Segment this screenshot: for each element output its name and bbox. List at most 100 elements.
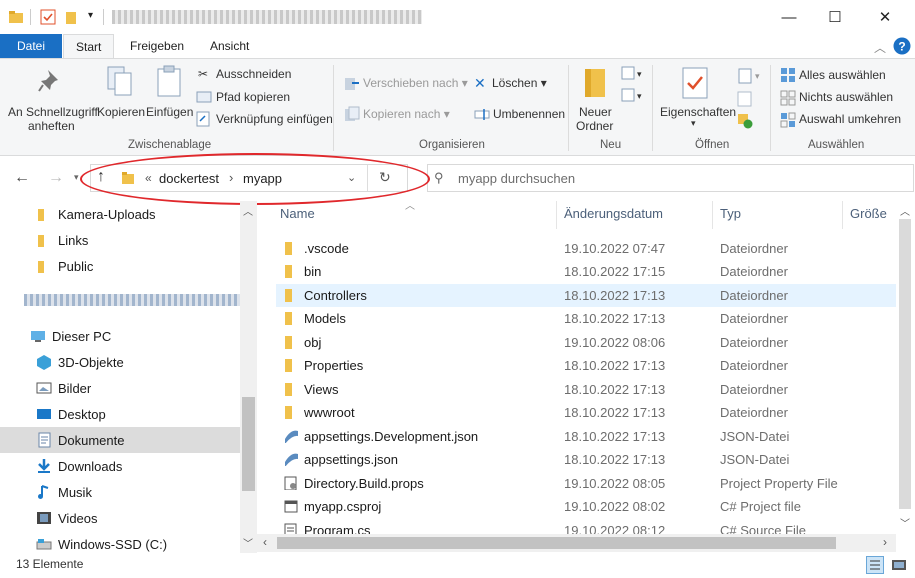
scroll-left-icon[interactable]: ‹: [263, 535, 267, 549]
folder-icon: [285, 288, 292, 302]
select-all-button[interactable]: Alles auswählen: [799, 68, 886, 82]
history-icon[interactable]: [737, 113, 753, 129]
scroll-right-icon[interactable]: ›: [883, 535, 887, 549]
easy-access-icon[interactable]: ▾: [620, 87, 644, 105]
pin-quick-access-button-label[interactable]: An Schnellzugriff: [8, 105, 98, 119]
properties-button[interactable]: Eigenschaften: [660, 105, 736, 119]
collapse-ribbon-icon[interactable]: ︿: [874, 39, 886, 56]
nav-item-links[interactable]: Links: [0, 227, 240, 253]
open-icon[interactable]: ▾: [737, 67, 765, 85]
table-row[interactable]: Properties 18.10.2022 17:13 Dateiordner: [276, 354, 896, 378]
nav-item-kamera-uploads[interactable]: Kamera-Uploads: [0, 201, 240, 227]
sort-indicator-icon: ︿: [405, 201, 415, 212]
paste-shortcut-button[interactable]: Verknüpfung einfügen: [216, 112, 333, 126]
column-divider[interactable]: [842, 201, 843, 229]
table-row[interactable]: bin 18.10.2022 17:15 Dateiordner: [276, 260, 896, 284]
scroll-up-icon[interactable]: ︿: [900, 203, 910, 218]
rename-button[interactable]: Umbenennen: [493, 107, 565, 121]
new-folder-button[interactable]: Neuer: [579, 105, 612, 119]
file-list-scrollbar[interactable]: ︿ ﹀: [896, 201, 914, 534]
maximize-button[interactable]: ☐: [812, 0, 858, 34]
table-row[interactable]: obj 19.10.2022 08:06 Dateiordner: [276, 331, 896, 355]
nav-item-dokumente[interactable]: Dokumente: [0, 427, 240, 453]
help-icon[interactable]: ?: [893, 37, 911, 55]
tab-freigeben[interactable]: Freigeben: [118, 34, 196, 58]
nav-item-desktop[interactable]: Desktop: [0, 401, 240, 427]
horizontal-scrollbar[interactable]: ‹ ›: [257, 534, 896, 552]
table-row[interactable]: myapp.csproj 19.10.2022 08:02 C# Project f…: [276, 495, 896, 519]
new-folder-button-label-2[interactable]: Ordner: [576, 119, 613, 133]
table-row[interactable]: Models 18.10.2022 17:13 Dateiordner: [276, 307, 896, 331]
nav-item-3d-objekte[interactable]: 3D-Objekte: [0, 349, 240, 375]
folder-icon: [285, 312, 292, 325]
column-divider[interactable]: [556, 201, 557, 229]
column-header-name[interactable]: Name: [280, 206, 315, 221]
forward-arrow-icon[interactable]: →: [48, 169, 64, 187]
cut-button[interactable]: Ausschneiden: [216, 67, 291, 81]
table-row[interactable]: wwwroot 18.10.2022 17:13 Dateiordner: [276, 401, 896, 425]
table-row[interactable]: Controllers 18.10.2022 17:13 Dateiordner: [276, 283, 896, 307]
details-view-icon[interactable]: [866, 556, 884, 574]
pin-quick-access-button-label-2[interactable]: anheften: [28, 119, 75, 133]
quick-access-dropdown-icon[interactable]: ▾: [88, 10, 93, 21]
copy-path-button[interactable]: Pfad kopieren: [216, 90, 290, 104]
documents-icon: [38, 432, 51, 448]
scroll-thumb[interactable]: [242, 397, 255, 491]
nav-item-videos[interactable]: Videos: [0, 505, 240, 531]
paste-icon: [157, 65, 181, 97]
edit-icon[interactable]: [737, 91, 753, 107]
new-folder-icon[interactable]: [64, 9, 80, 25]
table-row[interactable]: Views 18.10.2022 17:13 Dateiordner: [276, 378, 896, 402]
tab-start[interactable]: Start: [63, 34, 115, 58]
invert-selection-button[interactable]: Auswahl umkehren: [799, 112, 901, 126]
file-name: .vscode: [304, 240, 349, 256]
nav-scrollbar[interactable]: ︿ ﹀: [240, 201, 257, 553]
copy-to-button[interactable]: Kopieren nach ▾: [363, 107, 450, 121]
scroll-down-icon[interactable]: ﹀: [900, 515, 910, 530]
tab-datei[interactable]: Datei: [0, 34, 62, 58]
scroll-thumb[interactable]: [277, 537, 836, 549]
pc-icon: [31, 331, 45, 342]
new-item-icon[interactable]: ▾: [620, 65, 644, 83]
folder-icon: [285, 335, 292, 349]
svg-text:▾: ▾: [755, 71, 760, 81]
table-row[interactable]: appsettings.json 18.10.2022 17:13 JSON-Dat…: [276, 448, 896, 472]
scroll-thumb[interactable]: [899, 219, 911, 509]
close-button[interactable]: ✕: [862, 0, 908, 34]
properties-dropdown-icon[interactable]: ▾: [691, 118, 696, 129]
table-row[interactable]: .vscode 19.10.2022 07:47 Dateiordner: [276, 237, 896, 261]
nav-item-musik[interactable]: Musik: [0, 479, 240, 505]
folder-icon: [285, 406, 292, 419]
nav-item-windows-ssd[interactable]: Windows-SSD (C:): [0, 531, 240, 553]
nav-item-dieser-pc[interactable]: Dieser PC: [0, 323, 240, 349]
properties-check-icon[interactable]: [40, 9, 56, 25]
nav-item-public[interactable]: Public: [0, 253, 240, 279]
column-header-type[interactable]: Typ: [720, 206, 741, 221]
table-row[interactable]: Program.cs 19.10.2022 08:12 C# Source File: [276, 519, 896, 534]
tab-ansicht[interactable]: Ansicht: [198, 34, 261, 58]
nav-item-label: Dieser PC: [52, 328, 112, 344]
move-to-button[interactable]: Verschieben nach ▾: [363, 76, 468, 90]
large-icons-view-icon[interactable]: [890, 556, 908, 574]
column-header-date[interactable]: Änderungsdatum: [564, 206, 663, 221]
column-divider[interactable]: [712, 201, 713, 229]
back-arrow-icon[interactable]: ←: [14, 169, 30, 187]
table-row[interactable]: appsettings.Development.json 18.10.2022 1…: [276, 425, 896, 449]
delete-button[interactable]: Löschen ▾: [492, 76, 547, 90]
file-name: Models: [304, 311, 346, 326]
copy-button[interactable]: Kopieren: [97, 105, 145, 119]
table-row[interactable]: Directory.Build.props 19.10.2022 08:05 Pro…: [276, 472, 896, 496]
file-date: 19.10.2022 08:02: [564, 499, 666, 514]
nav-item-downloads[interactable]: Downloads: [0, 453, 240, 479]
minimize-button[interactable]: —: [766, 0, 812, 34]
nav-item-bilder[interactable]: Bilder: [0, 375, 240, 401]
pictures-icon: [36, 382, 52, 394]
select-none-button[interactable]: Nichts auswählen: [799, 90, 893, 104]
scroll-up-icon[interactable]: ︿: [243, 203, 253, 218]
svg-text:▾: ▾: [637, 69, 642, 79]
paste-button[interactable]: Einfügen: [146, 105, 193, 119]
search-input[interactable]: ⚲ myapp durchsuchen: [427, 164, 914, 192]
recent-locations-dropdown-icon[interactable]: ▾: [74, 172, 79, 183]
column-header-size[interactable]: Größe: [850, 206, 887, 221]
scroll-down-icon[interactable]: ﹀: [243, 535, 253, 550]
